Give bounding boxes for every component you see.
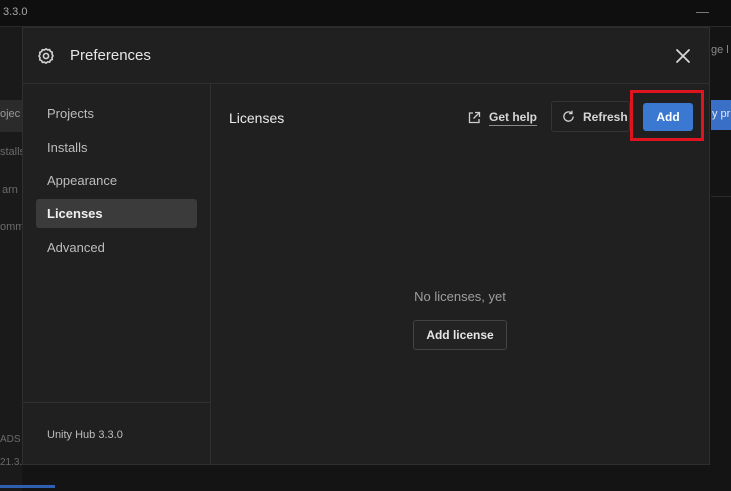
empty-state-message: No licenses, yet [414, 289, 506, 304]
background-nav-learn: arn [2, 184, 18, 196]
add-license-button[interactable]: Add license [413, 320, 507, 350]
background-nav-community: omm [0, 221, 22, 233]
sidebar-item-installs[interactable]: Installs [36, 133, 197, 162]
minimize-button[interactable]: — [696, 0, 709, 24]
highlight-box [630, 90, 704, 141]
background-divider [711, 196, 731, 197]
preferences-dialog: Preferences Projects Installs Appearance… [22, 27, 710, 465]
refresh-icon [563, 110, 574, 122]
sidebar-item-advanced[interactable]: Advanced [36, 233, 197, 262]
gear-icon [38, 47, 54, 65]
app-version: 3.3.0 [3, 6, 28, 18]
background-sidebar [0, 27, 22, 491]
sidebar-item-appearance[interactable]: Appearance [36, 166, 197, 195]
background-nav-installs: stalls [0, 146, 22, 158]
background-nav-projects: ojec [0, 108, 21, 120]
app-titlebar: 3.3.0 — [0, 0, 731, 27]
hub-version-label: Unity Hub 3.3.0 [47, 429, 123, 441]
dialog-title: Preferences [70, 47, 151, 64]
licenses-panel: Licenses Get help Refresh Add No license… [211, 84, 709, 464]
background-header-fragment: ge l [711, 44, 729, 56]
sidebar-item-projects[interactable]: Projects [36, 99, 197, 128]
sidebar-divider [23, 402, 211, 403]
close-icon[interactable] [673, 46, 693, 66]
external-link-icon [468, 111, 481, 124]
refresh-label: Refresh [583, 109, 628, 124]
get-help-link[interactable]: Get help [467, 108, 538, 128]
background-downloads-label: ADS [0, 434, 21, 445]
background-new-project-label: y pr [712, 108, 731, 120]
refresh-button[interactable]: Refresh [551, 101, 630, 132]
dialog-header: Preferences [23, 28, 709, 84]
preferences-sidebar: Projects Installs Appearance Licenses Ad… [23, 84, 211, 464]
background-progress-bar [0, 485, 55, 488]
page-title: Licenses [229, 110, 285, 126]
sidebar-item-licenses[interactable]: Licenses [36, 199, 197, 228]
get-help-label: Get help [489, 110, 538, 126]
